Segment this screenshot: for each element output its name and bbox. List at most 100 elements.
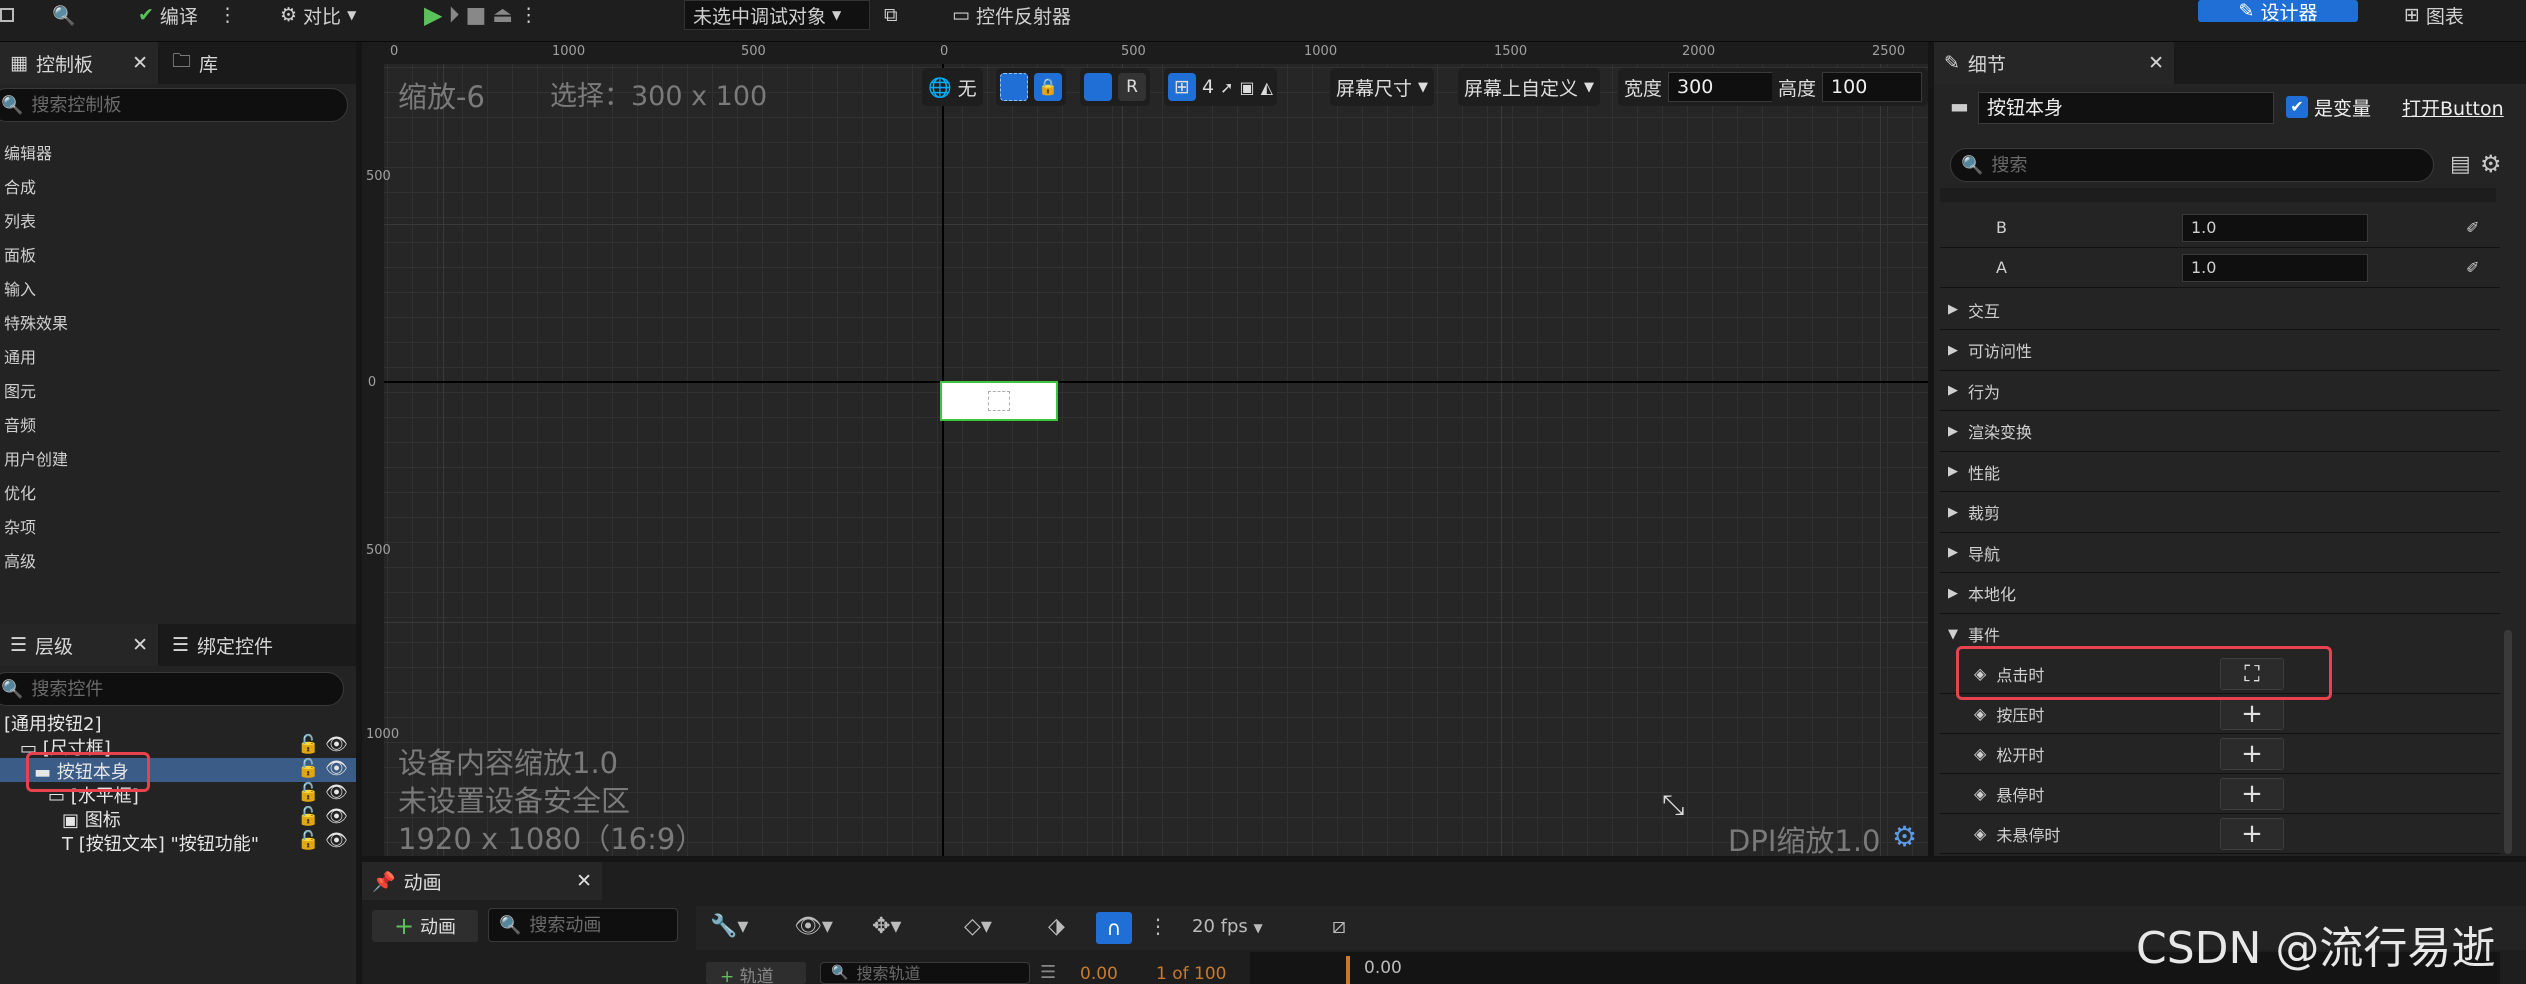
section-header[interactable]: ▶ 本地化 — [1940, 574, 2500, 614]
menu-icon[interactable] — [0, 0, 14, 30]
widget-name-input[interactable]: 按钮本身 — [1978, 92, 2274, 124]
animation-search-input[interactable] — [529, 914, 677, 936]
image-icon[interactable]: ▣ — [1240, 78, 1255, 97]
tab-bind-widgets[interactable]: ☰ 绑定控件 — [162, 624, 283, 666]
palette-category[interactable]: 音频 — [4, 412, 36, 436]
resize-handle-icon[interactable]: ⤡ — [1662, 788, 1684, 822]
color-b-input[interactable]: 1.0 — [2182, 214, 2368, 242]
is-variable-checkbox[interactable]: ✔ — [2286, 96, 2308, 118]
section-header[interactable]: ▶ 交互 — [1940, 290, 2500, 330]
add-event-button[interactable]: + — [2220, 738, 2284, 770]
compare-button[interactable]: ⚙ 对比 ▼ — [280, 0, 356, 30]
palette-search-input[interactable] — [31, 94, 347, 116]
add-event-button[interactable]: + — [2220, 778, 2284, 810]
close-icon[interactable]: ✕ — [576, 870, 592, 892]
current-time[interactable]: 0.00 — [1080, 964, 1118, 984]
color-a-input[interactable]: 1.0 — [2182, 254, 2368, 282]
tab-hierarchy[interactable]: ☰ 层级 ✕ — [0, 624, 158, 666]
designer-mode-button[interactable]: ✎ 设计器 — [2198, 0, 2358, 24]
screen-size-dropdown[interactable]: 屏幕尺寸 ▼ — [1330, 68, 1435, 106]
section-header[interactable]: ▶ 行为 — [1940, 371, 2500, 411]
hierarchy-search-input[interactable] — [31, 678, 343, 700]
fill-screen-dropdown[interactable]: 屏幕上自定义 ▼ — [1458, 68, 1601, 106]
lock-visibility-icon[interactable]: 🔓 👁 — [297, 782, 348, 803]
height-input[interactable] — [1822, 72, 1923, 102]
width-input[interactable] — [1668, 72, 1775, 102]
section-header[interactable]: ▶ 裁剪 — [1940, 493, 2500, 533]
key-filter-icon[interactable]: ⬗ — [1048, 914, 1065, 939]
playhead[interactable] — [1346, 956, 1350, 984]
table-view-icon[interactable]: ▤ — [2450, 152, 2471, 177]
palette-category[interactable]: 列表 — [4, 208, 36, 232]
debug-filter-icon[interactable]: ⧉ — [884, 0, 898, 30]
tree-item[interactable]: T [按钮文本] "按钮功能" 🔓 👁 — [62, 830, 348, 856]
palette-category[interactable]: 用户创建 — [4, 446, 68, 470]
hierarchy-search[interactable]: 🔍 — [0, 672, 344, 706]
lock-visibility-icon[interactable]: 🔓 👁 — [297, 830, 348, 851]
play-icon[interactable]: ▶ — [424, 1, 442, 29]
stop-icon[interactable]: ■ — [465, 3, 486, 28]
pointer-icon[interactable]: ➚ — [1220, 78, 1233, 97]
wrench-icon[interactable]: 🔧▾ — [710, 914, 748, 939]
graph-mode-button[interactable]: ⊞ 图表 — [2404, 0, 2464, 30]
filter-icon[interactable]: ☰ — [1040, 962, 1056, 983]
details-search[interactable]: 🔍 — [1950, 148, 2434, 182]
palette-category[interactable]: 杂项 — [4, 514, 36, 538]
track-search[interactable]: 🔍 — [820, 962, 1030, 984]
lock-visibility-icon[interactable]: 🔓 👁 — [297, 758, 348, 779]
open-button-link[interactable]: 打开Button — [2402, 94, 2504, 121]
close-icon[interactable]: ✕ — [132, 52, 148, 74]
dashed-select-icon[interactable] — [1000, 73, 1028, 101]
add-event-button[interactable]: + — [2220, 818, 2284, 850]
section-header[interactable]: ▶ 导航 — [1940, 533, 2500, 573]
details-search-input[interactable] — [1991, 154, 2433, 176]
designer-canvas[interactable] — [362, 42, 1928, 856]
tree-item[interactable]: ▣ 图标 🔓 👁 — [62, 806, 348, 832]
more-icon[interactable]: ⋮ — [519, 4, 538, 26]
section-header[interactable]: ▶ 渲染变换 — [1940, 412, 2500, 452]
layout-icon[interactable] — [1084, 73, 1112, 101]
fps-dropdown[interactable]: 20 fps ▼ — [1192, 916, 1263, 937]
debug-object-select[interactable]: 未选中调试对象 ▼ — [684, 0, 870, 30]
lock-visibility-icon[interactable]: 🔓 👁 — [297, 806, 348, 827]
palette-category[interactable]: 编辑器 — [4, 140, 52, 164]
add-track-button[interactable]: + 轨道 — [706, 962, 806, 984]
palette-category[interactable]: 面板 — [4, 242, 36, 266]
eyedropper-icon[interactable]: ✐ — [2466, 258, 2479, 277]
track-search-input[interactable] — [856, 963, 1029, 983]
browse-icon[interactable]: 🔍 — [52, 0, 76, 30]
compile-button[interactable]: ✔ 编译 ⋮ — [138, 0, 237, 30]
widget-reflector-button[interactable]: ▭ 控件反射器 — [952, 0, 1071, 30]
grid-size-value[interactable]: 4 — [1202, 76, 1214, 98]
mirror-icon[interactable]: ◭ — [1261, 78, 1273, 97]
palette-category[interactable]: 高级 — [4, 548, 36, 572]
grid-icon[interactable]: ⊞ — [1168, 73, 1196, 101]
selected-button-widget[interactable] — [940, 381, 1058, 421]
transform-icon[interactable]: ✥▾ — [872, 914, 901, 939]
gear-icon[interactable]: ⚙ — [1892, 820, 1917, 853]
tree-root[interactable]: [通用按钮2] — [4, 710, 102, 736]
palette-category[interactable]: 通用 — [4, 344, 36, 368]
animation-search[interactable]: 🔍 — [488, 908, 678, 942]
close-icon[interactable]: ✕ — [132, 634, 148, 656]
palette-category[interactable]: 输入 — [4, 276, 36, 300]
r-toggle[interactable]: R — [1118, 73, 1146, 101]
step-icon[interactable]: ⏵ — [448, 3, 459, 28]
tab-library[interactable]: 🗀 库 — [162, 42, 228, 84]
close-icon[interactable]: ✕ — [2148, 52, 2164, 74]
palette-search[interactable]: 🔍 — [0, 88, 348, 122]
tab-details[interactable]: ✎ 细节 ✕ — [1934, 42, 2174, 84]
settings-icon[interactable]: ⚙ — [2480, 150, 2502, 178]
palette-category[interactable]: 优化 — [4, 480, 36, 504]
lock-icon[interactable]: 🔒 — [1034, 73, 1062, 101]
eject-icon[interactable]: ⏏ — [492, 3, 513, 28]
curve-editor-icon[interactable]: ⧄ — [1332, 914, 1346, 939]
section-header[interactable]: ▶ 性能 — [1940, 452, 2500, 492]
key-icon[interactable]: ◇▾ — [964, 914, 992, 939]
details-scrollbar[interactable] — [2504, 630, 2512, 854]
tab-animation[interactable]: 📌 动画 ✕ — [362, 862, 602, 900]
section-header[interactable]: ▶ 可访问性 — [1940, 331, 2500, 371]
localization-preview[interactable]: 🌐 无 — [922, 68, 983, 106]
add-event-button[interactable]: + — [2220, 698, 2284, 730]
palette-category[interactable]: 合成 — [4, 174, 36, 198]
